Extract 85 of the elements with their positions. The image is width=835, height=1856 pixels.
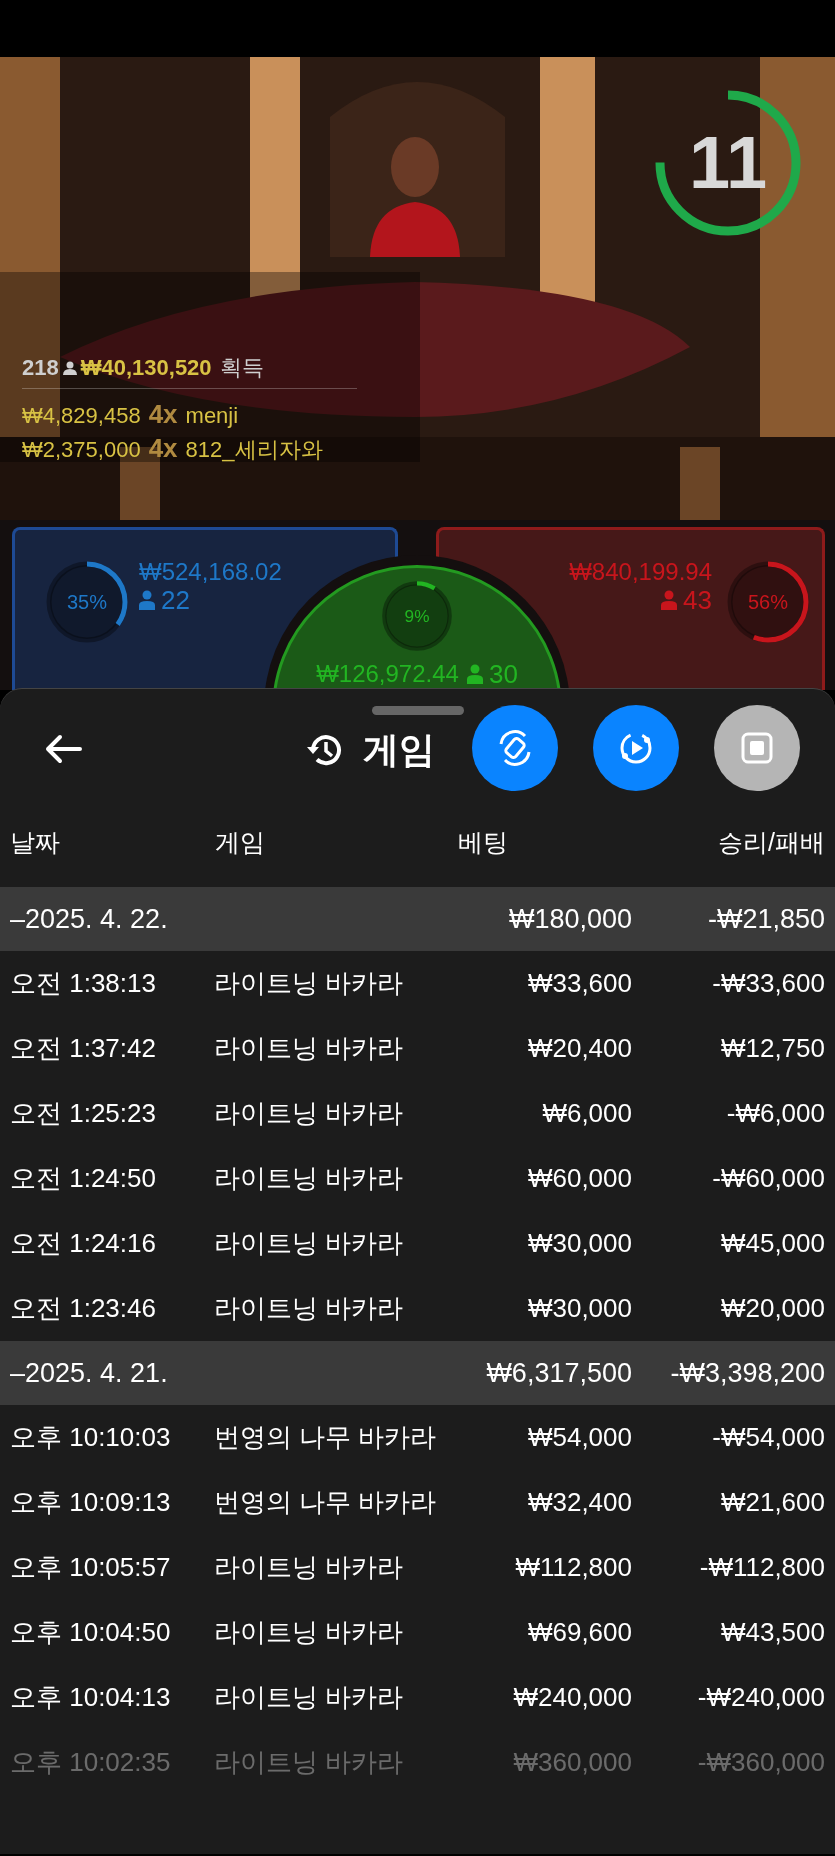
bet-amount: ₩126,972.44 [316, 660, 459, 688]
bet-amount: ₩30,000 [527, 1228, 632, 1258]
group-result-total: -₩3,398,200 [670, 1357, 825, 1388]
winner-amount: ₩2,375,000 [22, 436, 141, 464]
group-date: –2025. 4. 22. [10, 903, 168, 934]
player-count: 218 [22, 354, 59, 382]
result-amount: -₩6,000 [726, 1098, 825, 1128]
result-amount: -₩33,600 [712, 968, 825, 998]
bet-time: 오후 10:04:13 [10, 1682, 171, 1712]
bet-amount: ₩32,400 [527, 1487, 632, 1517]
result-amount: -₩240,000 [697, 1682, 825, 1712]
result-amount: ₩43,500 [720, 1617, 825, 1647]
bet-amount: ₩240,000 [513, 1682, 632, 1712]
game-name: 라이트닝 바카라 [214, 1033, 404, 1063]
bet-amount: ₩840,199.94 [569, 558, 712, 586]
game-name: 라이트닝 바카라 [214, 1293, 404, 1323]
game-name: 라이트닝 바카라 [214, 1228, 404, 1258]
game-name: 번영의 나무 바카라 [214, 1487, 437, 1517]
bet-amount: ₩54,000 [527, 1422, 632, 1452]
bet-amount: ₩20,400 [527, 1033, 632, 1063]
multiplier: 4x [148, 432, 178, 465]
multiplier: 4x [148, 398, 178, 431]
bet-time: 오후 10:10:03 [10, 1422, 171, 1452]
winner-name: menji [185, 402, 239, 430]
result-amount: ₩12,750 [720, 1033, 825, 1063]
bet-amount: ₩6,000 [542, 1098, 632, 1128]
winner-name: 812_세리자와 [185, 436, 323, 464]
bet-time: 오전 1:37:42 [10, 1033, 156, 1063]
bet-time: 오전 1:24:16 [10, 1228, 156, 1258]
drag-handle[interactable] [372, 706, 464, 715]
bet-amount: ₩60,000 [527, 1163, 632, 1193]
column-header[interactable]: 날짜 [10, 828, 60, 857]
game-name: 라이트닝 바카라 [214, 1617, 404, 1647]
bet-percentage: 35% [67, 591, 107, 613]
group-bet-total: ₩6,317,500 [486, 1357, 632, 1388]
bet-time: 오후 10:09:13 [10, 1487, 171, 1517]
group-date: –2025. 4. 21. [10, 1357, 168, 1388]
bet-time: 오전 1:24:50 [10, 1163, 156, 1193]
player-count: 22 [161, 586, 190, 614]
result-amount: ₩45,000 [720, 1228, 825, 1258]
group-result-total: -₩21,850 [707, 903, 825, 934]
result-amount: -₩360,000 [697, 1747, 825, 1777]
bet-percentage: 56% [748, 591, 788, 613]
bet-amount: ₩360,000 [513, 1747, 632, 1777]
result-amount: -₩112,800 [699, 1552, 825, 1582]
person-icon [62, 360, 77, 375]
back-arrow-icon [44, 734, 82, 764]
result-amount: ₩20,000 [720, 1293, 825, 1323]
group-bet-total: ₩180,000 [508, 903, 632, 934]
game-name: 라이트닝 바카라 [214, 968, 404, 998]
winnings-label: 획득 [219, 354, 264, 382]
bet-time: 오후 10:04:50 [10, 1617, 171, 1647]
person-icon [139, 590, 155, 610]
game-name: 라이트닝 바카라 [214, 1552, 404, 1582]
bet-time: 오후 10:05:57 [10, 1552, 171, 1582]
person-icon [466, 664, 483, 684]
player-count: 43 [683, 586, 712, 614]
column-header[interactable]: 베팅 [458, 828, 508, 857]
bet-percentage: 9% [404, 606, 430, 626]
game-name: 라이트닝 바카라 [214, 1098, 404, 1128]
bet-time: 오후 10:02:35 [10, 1747, 171, 1777]
result-amount: ₩21,600 [720, 1487, 825, 1517]
bet-amount: ₩69,600 [527, 1617, 632, 1647]
bet-amount: ₩33,600 [527, 968, 632, 998]
player-count: 30 [488, 660, 518, 688]
total-winnings: ₩40,130,520 [80, 354, 212, 382]
game-name: 라이트닝 바카라 [214, 1163, 404, 1193]
column-header[interactable]: 게임 [215, 828, 265, 857]
person-icon [661, 590, 678, 610]
bet-time: 오전 1:25:23 [10, 1098, 156, 1128]
result-amount: -₩54,000 [712, 1422, 825, 1452]
game-name: 라이트닝 바카라 [214, 1682, 404, 1712]
result-amount: -₩60,000 [712, 1163, 825, 1193]
bet-time: 오전 1:23:46 [10, 1293, 156, 1323]
date-group-row[interactable]: –2025. 4. 22. ₩180,000 -₩21,850 [0, 887, 835, 951]
bet-time: 오전 1:38:13 [10, 968, 156, 998]
winner-amount: ₩4,829,458 [22, 402, 141, 430]
date-group-row[interactable]: –2025. 4. 21. ₩6,317,500 -₩3,398,200 [0, 1341, 835, 1405]
column-header[interactable]: 승리/패배 [718, 828, 825, 857]
bet-amount: ₩30,000 [527, 1293, 632, 1323]
bet-amount: ₩112,800 [515, 1552, 632, 1582]
game-name: 라이트닝 바카라 [214, 1747, 404, 1777]
game-name: 번영의 나무 바카라 [214, 1422, 437, 1452]
sheet-title: 게임 [363, 728, 435, 772]
countdown-timer: 11 [688, 125, 768, 201]
